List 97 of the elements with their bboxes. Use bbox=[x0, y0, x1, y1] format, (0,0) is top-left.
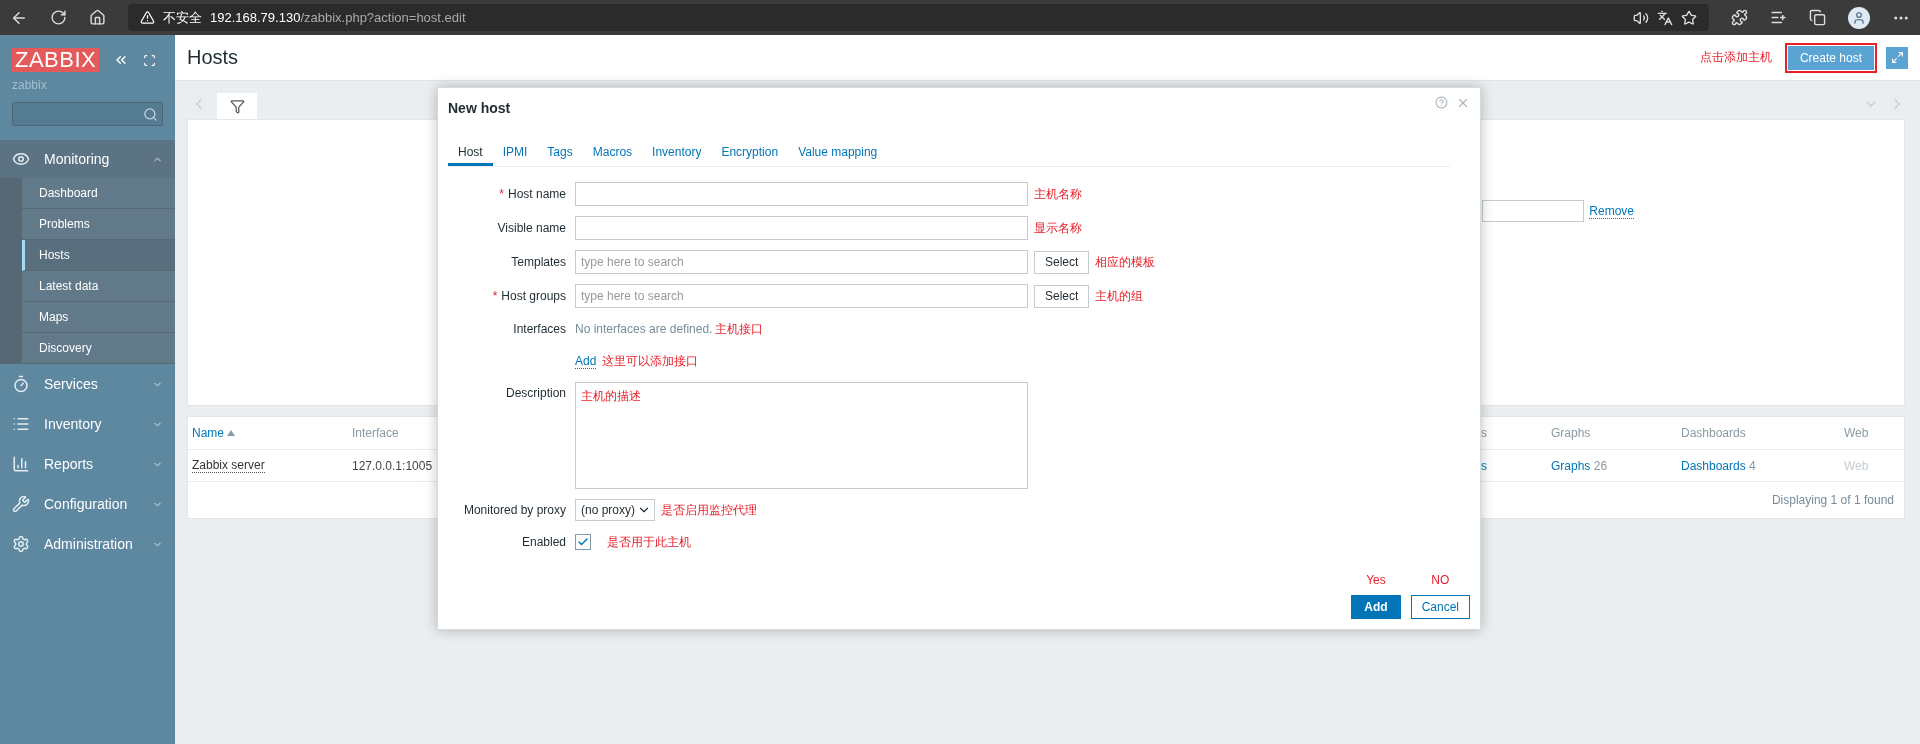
annotation: 主机的描述 bbox=[581, 389, 641, 403]
menu-icon bbox=[12, 150, 30, 168]
search-icon[interactable] bbox=[143, 106, 158, 122]
annotation: 显示名称 bbox=[1034, 219, 1082, 237]
table-cell: Web bbox=[1844, 458, 1869, 473]
field-label: Description bbox=[504, 385, 566, 400]
select-button[interactable]: Select bbox=[1034, 284, 1090, 308]
security-label: 不安全 bbox=[163, 8, 202, 27]
checkbox[interactable] bbox=[575, 534, 591, 550]
create-host-button[interactable]: Create host bbox=[1787, 45, 1874, 70]
star-icon[interactable] bbox=[1681, 9, 1697, 26]
reload-icon[interactable] bbox=[50, 9, 67, 26]
column-header[interactable]: s bbox=[1481, 426, 1551, 440]
submenu-item[interactable]: Problems bbox=[22, 209, 175, 240]
translate-icon[interactable] bbox=[1657, 9, 1673, 26]
description-field[interactable]: 主机的描述 bbox=[575, 382, 1028, 489]
submenu-item[interactable]: Latest data bbox=[22, 271, 175, 302]
menu-item[interactable]: Inventory bbox=[44, 416, 138, 432]
filter-tab[interactable] bbox=[217, 93, 257, 119]
puzzle-icon[interactable] bbox=[1731, 9, 1748, 26]
field-label: Interfaces bbox=[512, 322, 566, 336]
annotation: 主机名称 bbox=[1034, 185, 1082, 203]
annotation: 是否启用监控代理 bbox=[661, 501, 757, 519]
kiosk-icon[interactable] bbox=[143, 53, 157, 67]
menu-item[interactable]: Configuration bbox=[44, 496, 138, 512]
submenu-item[interactable]: Dashboard bbox=[22, 178, 175, 209]
url-text: 192.168.79.130/zabbix.php?action=host.edit bbox=[210, 10, 466, 25]
remove-link[interactable]: Remove bbox=[1589, 203, 1634, 219]
annotation: 这里可以添加接口 bbox=[602, 352, 699, 370]
annotation: 是否用于此主机 bbox=[607, 533, 691, 551]
table-cell: 127.0.0.1:1005 bbox=[352, 458, 433, 473]
table-footer: Displaying 1 of 1 found bbox=[1771, 493, 1894, 507]
text-field[interactable] bbox=[575, 216, 1028, 240]
menu-icon bbox=[12, 495, 30, 513]
dialog-title: New host bbox=[448, 100, 511, 116]
submenu-item[interactable]: Discovery bbox=[22, 333, 175, 364]
add-link[interactable]: Add bbox=[575, 353, 597, 369]
logo: ZABBIX bbox=[12, 48, 100, 72]
annotation: 主机的组 bbox=[1095, 287, 1144, 305]
cancel-button[interactable]: Cancel bbox=[1410, 595, 1470, 619]
annotation: NO bbox=[1431, 573, 1450, 587]
field-label: * Host name bbox=[498, 187, 566, 201]
home-icon[interactable] bbox=[89, 9, 106, 26]
tab[interactable]: Value mapping bbox=[788, 140, 888, 166]
annotation: 点击添加主机 bbox=[1699, 49, 1772, 66]
table-link[interactable]: s bbox=[1481, 458, 1487, 473]
page-title: Hosts bbox=[187, 46, 240, 69]
filter-icon bbox=[229, 98, 245, 114]
column-header[interactable]: Graphs bbox=[1551, 426, 1681, 440]
annotation: Yes bbox=[1366, 573, 1386, 587]
menu-item[interactable]: Reports bbox=[44, 456, 138, 472]
column-header[interactable]: Web bbox=[1844, 426, 1904, 440]
column-header[interactable]: Dashboards bbox=[1681, 426, 1844, 440]
table-link[interactable]: Dashboards 4 bbox=[1681, 458, 1756, 473]
text-field[interactable] bbox=[575, 182, 1028, 206]
menu-icon bbox=[12, 455, 30, 473]
annotation: 主机接口 bbox=[715, 320, 764, 338]
field-label: Monitored by proxy bbox=[462, 503, 566, 517]
avatar-icon[interactable] bbox=[1848, 6, 1870, 29]
field-label: Enabled bbox=[520, 535, 566, 549]
warning-icon bbox=[140, 10, 155, 25]
annotation: 相应的模板 bbox=[1095, 253, 1156, 271]
menu-icon bbox=[12, 375, 30, 393]
field-label: Visible name bbox=[496, 221, 566, 235]
collections-icon[interactable] bbox=[1809, 9, 1826, 26]
add-button[interactable]: Add bbox=[1351, 595, 1401, 619]
speaker-icon[interactable] bbox=[1633, 9, 1649, 26]
sort-up-icon bbox=[227, 430, 235, 436]
field-label: * Host groups bbox=[491, 289, 566, 303]
fullscreen-icon[interactable] bbox=[1886, 46, 1908, 69]
select-button[interactable]: Select bbox=[1034, 250, 1090, 274]
menu-icon bbox=[12, 535, 30, 553]
tab[interactable]: Inventory bbox=[642, 140, 712, 166]
host-link[interactable]: Zabbix server bbox=[192, 458, 265, 473]
tab[interactable]: Tags bbox=[537, 140, 583, 166]
close-icon[interactable] bbox=[1456, 96, 1470, 110]
help-icon[interactable] bbox=[1435, 96, 1448, 110]
menu-icon bbox=[12, 415, 30, 433]
proxy-dropdown[interactable]: (no proxy) bbox=[575, 499, 655, 521]
column-header[interactable]: Name bbox=[192, 426, 352, 440]
tab[interactable]: Encryption bbox=[711, 140, 789, 166]
tab[interactable]: Host bbox=[448, 140, 493, 166]
tab[interactable]: IPMI bbox=[492, 140, 538, 166]
check-icon bbox=[577, 536, 589, 548]
user-name: zabbix bbox=[11, 77, 48, 92]
filter-field[interactable] bbox=[1482, 200, 1585, 222]
tab[interactable]: Macros bbox=[582, 140, 643, 166]
menu-item[interactable]: Administration bbox=[44, 536, 138, 552]
table-link[interactable]: Graphs 26 bbox=[1551, 458, 1608, 473]
menu-item[interactable]: Services bbox=[44, 376, 138, 392]
submenu-item[interactable]: Maps bbox=[22, 302, 175, 333]
field-label: Templates bbox=[510, 255, 566, 269]
favorites-icon[interactable] bbox=[1770, 9, 1787, 26]
address-bar[interactable]: 不安全 192.168.79.130/zabbix.php?action=host.edit bbox=[128, 4, 1709, 31]
search-field[interactable] bbox=[12, 102, 163, 126]
submenu-item[interactable]: Hosts bbox=[22, 240, 175, 271]
empty-message: No interfaces are defined. bbox=[575, 322, 713, 336]
